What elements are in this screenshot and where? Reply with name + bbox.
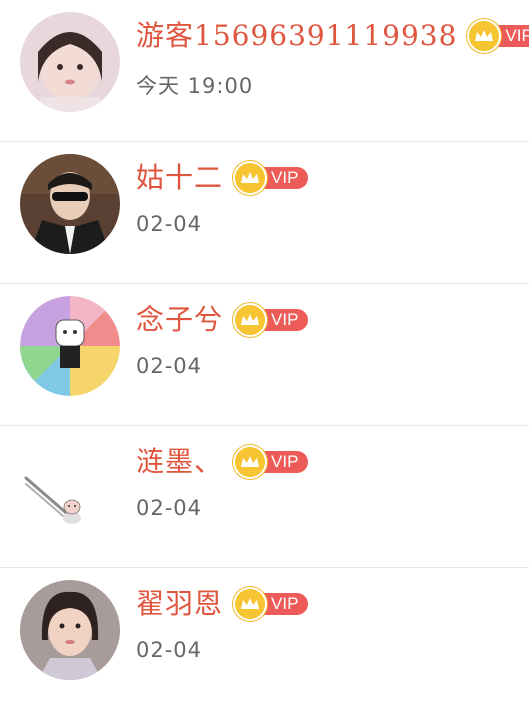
avatar[interactable] [20,580,120,680]
contact-name: 游客15696391119938 [136,19,458,52]
crown-icon [467,19,502,53]
list-item[interactable]: 念子兮 VIP 02-04 [0,284,529,426]
crown-icon [233,587,268,621]
list-item[interactable]: 姑十二 VIP 02-04 [0,142,529,284]
contact-name: 涟墨、 [136,445,224,478]
contact-name: 姑十二 [136,161,224,194]
vip-badge: VIP [233,303,309,337]
message-time: 今天 19:00 [136,74,254,98]
message-time: 02-04 [136,212,203,236]
avatar[interactable] [20,296,120,396]
crown-icon [233,161,268,195]
contact-name: 翟羽恩 [136,587,224,620]
vip-badge: VIP [467,19,529,53]
message-time: 02-04 [136,354,203,378]
list-item[interactable]: 涟墨、 VIP 02-04 [0,426,529,568]
crown-icon [233,303,268,337]
crown-icon [233,445,268,479]
avatar[interactable] [20,154,120,254]
message-time: 02-04 [136,496,203,520]
contact-name: 念子兮 [136,303,224,336]
list-item[interactable]: 游客15696391119938 VIP 今天 19:00 [0,0,529,142]
vip-badge: VIP [233,587,309,621]
avatar[interactable] [20,12,120,112]
avatar[interactable] [20,438,120,538]
vip-badge: VIP [233,445,309,479]
conversation-list: 游客15696391119938 VIP 今天 19:00 姑十二 VIP 02… [0,0,529,689]
vip-badge: VIP [233,161,309,195]
message-time: 02-04 [136,638,203,662]
